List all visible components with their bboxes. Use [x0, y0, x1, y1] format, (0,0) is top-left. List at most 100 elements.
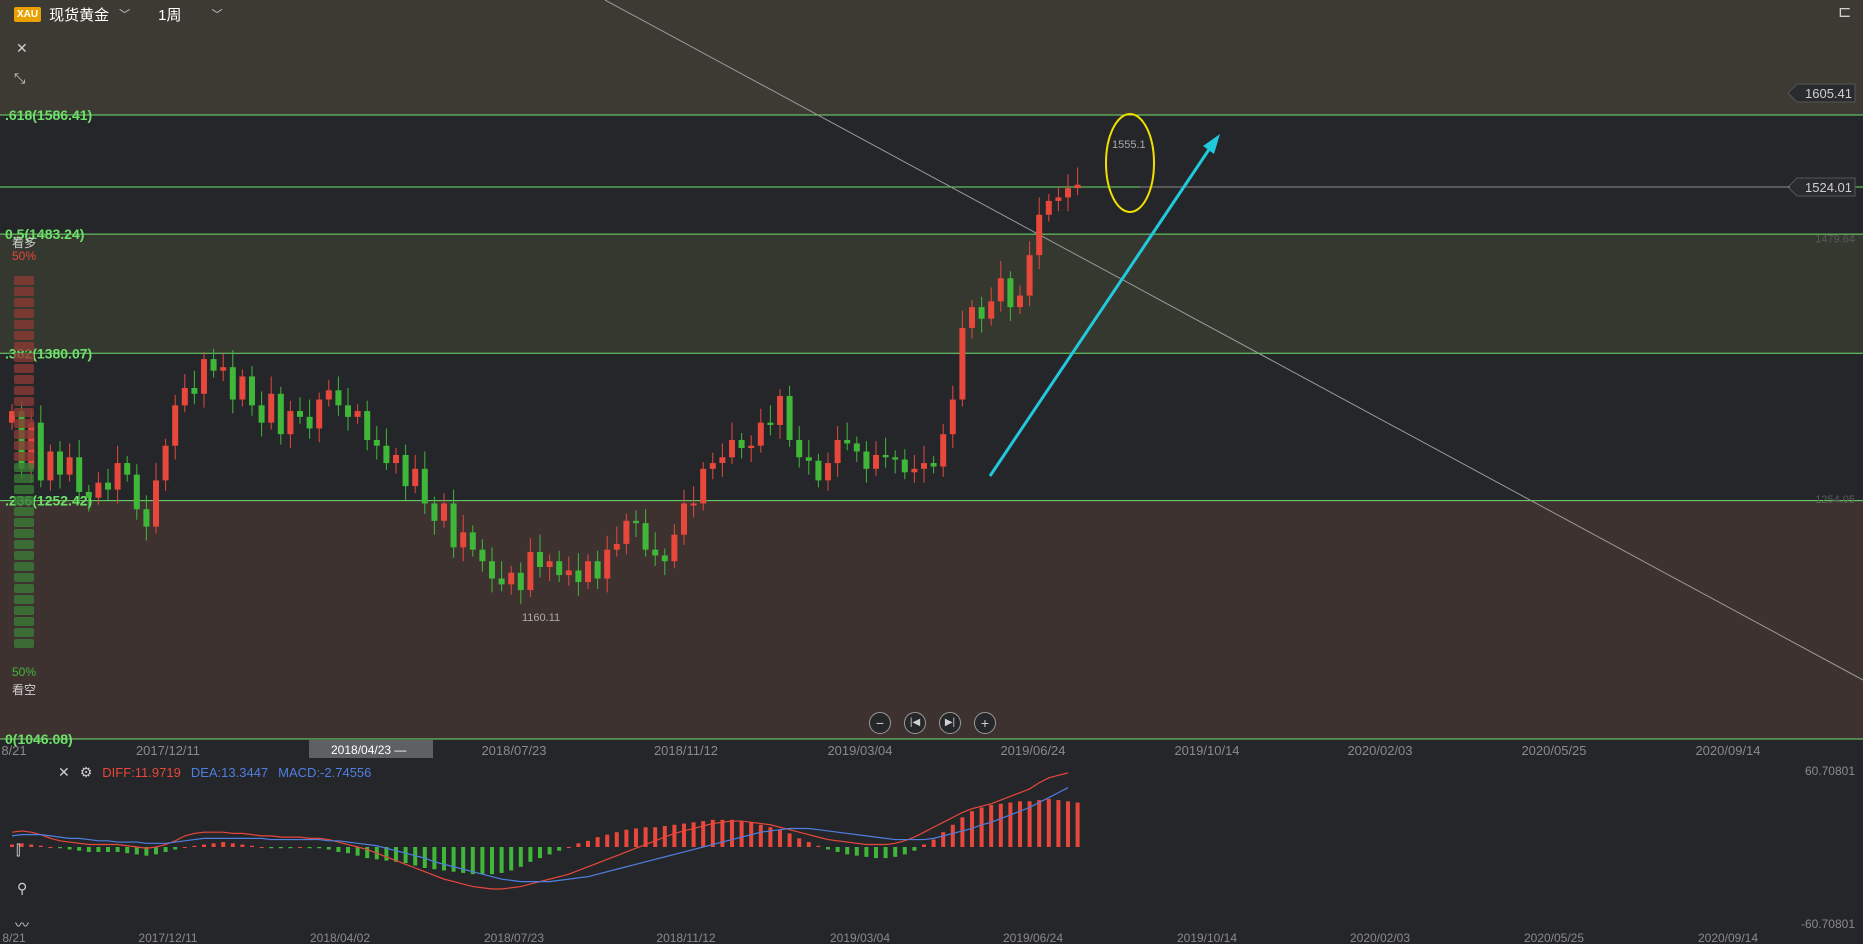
candle — [277, 386, 284, 445]
draw-tool-icon[interactable]: ⚲ — [17, 880, 27, 897]
macd-bar — [922, 844, 926, 847]
macd-bar — [672, 824, 677, 847]
macd-bar — [269, 847, 274, 849]
candle — [853, 436, 860, 462]
candle — [412, 454, 419, 494]
macd-bar — [355, 847, 360, 856]
close-icon[interactable]: ✕ — [58, 764, 70, 781]
candle — [229, 349, 236, 414]
candle — [700, 461, 707, 511]
sentiment-segment — [14, 584, 34, 593]
macd-bar — [528, 847, 533, 862]
x-tick-label: 2020/09/14 — [1695, 743, 1760, 758]
candle — [114, 445, 121, 504]
macd-bar — [893, 847, 898, 857]
macd-bar — [998, 803, 1003, 847]
sentiment-segment — [14, 606, 34, 615]
macd-bar — [902, 847, 907, 855]
macd-bar — [691, 822, 696, 847]
macd-bar — [1075, 802, 1080, 847]
settings-icon[interactable]: ⚙ — [80, 764, 93, 781]
macd-bar — [797, 838, 802, 847]
macd-bar — [499, 847, 504, 873]
macd-bar — [154, 847, 158, 855]
macd-bar — [211, 843, 216, 847]
candle — [345, 387, 351, 431]
candle — [95, 472, 102, 505]
macd-bar — [298, 847, 302, 848]
candle — [335, 376, 342, 416]
macd-bar — [576, 843, 581, 847]
macd-bar — [701, 821, 706, 847]
macd-x-tick-label: 2018/04/02 — [310, 931, 370, 944]
macd-bar — [230, 843, 235, 847]
macd-bar — [509, 847, 514, 871]
chevron-down-icon[interactable]: ﹀ — [211, 6, 222, 22]
sentiment-segment — [14, 595, 34, 604]
macd-bar — [1056, 800, 1061, 847]
sentiment-segment — [14, 474, 34, 483]
macd-bar — [307, 847, 312, 849]
price-tag-label: 1479.64 — [1815, 233, 1855, 245]
candle — [306, 399, 313, 439]
band — [0, 0, 1863, 115]
dea-value: DEA:13.3447 — [190, 765, 269, 780]
x-tick-label: 2018/11/12 — [654, 743, 718, 758]
macd-min-label: -60.70801 — [1801, 917, 1855, 931]
price-tag-label: 1254.05 — [1815, 494, 1855, 506]
shrink-icon[interactable]: ⤡ — [14, 70, 25, 87]
chart-canvas[interactable]: .618(1586.41)0.5(1483.24).382(1380.07).2… — [0, 0, 1863, 944]
x-tick-label: 2017/12/11 — [136, 743, 200, 758]
candle — [325, 379, 332, 407]
sentiment-segment — [14, 518, 34, 527]
candle — [863, 441, 870, 483]
macd-bar — [874, 847, 878, 859]
macd-x-tick-label: 2020/02/03 — [1350, 931, 1410, 944]
candle — [901, 449, 908, 480]
macd-bar — [1037, 800, 1042, 847]
candle — [940, 423, 947, 477]
macd-bar — [480, 847, 485, 875]
zoom-in-icon[interactable]: + — [974, 712, 996, 734]
macd-bar — [605, 834, 610, 847]
sentiment-segment — [14, 419, 34, 428]
macd-bar — [854, 847, 859, 856]
sentiment-segment — [14, 441, 34, 450]
candle — [844, 422, 851, 451]
symbol-name[interactable]: 现货黄金 — [49, 4, 109, 25]
close-icon[interactable]: ✕ — [16, 40, 28, 57]
macd-bar — [1018, 801, 1022, 847]
macd-bar — [634, 828, 638, 847]
candle — [748, 435, 755, 462]
candle — [66, 443, 73, 482]
macd-bar — [38, 845, 43, 847]
candle — [777, 389, 783, 439]
sentiment-segment — [14, 639, 34, 648]
indicator-icon[interactable]: 〰 — [15, 915, 29, 935]
macd-bar — [106, 847, 110, 852]
chart-tool-icon[interactable]: ⫿ — [16, 842, 20, 859]
sentiment-segment — [14, 353, 34, 362]
macd-bar — [758, 824, 763, 847]
macd-bar — [835, 847, 840, 852]
panel-icon[interactable]: ⊏ — [1838, 2, 1851, 22]
zoom-out-icon[interactable]: − — [869, 712, 891, 734]
macd-bar — [86, 847, 91, 852]
sentiment-segment — [14, 364, 34, 373]
candle — [882, 437, 889, 468]
jump-start-icon[interactable]: |◀ — [904, 712, 926, 734]
candle — [873, 441, 879, 476]
sentiment-segment — [14, 309, 34, 318]
jump-end-icon[interactable]: ▶| — [939, 712, 961, 734]
macd-bar — [192, 845, 197, 847]
macd-bar — [134, 847, 139, 855]
macd-bar — [240, 844, 245, 847]
macd-bar — [826, 847, 830, 850]
candle — [172, 394, 179, 460]
sentiment-segment — [14, 562, 34, 571]
macd-x-tick-label: 2019/03/04 — [830, 931, 890, 944]
period-selector[interactable]: 1周 — [158, 4, 181, 25]
chevron-down-icon[interactable]: ﹀ — [119, 6, 130, 22]
macd-bar — [250, 845, 254, 847]
candle — [124, 456, 131, 482]
